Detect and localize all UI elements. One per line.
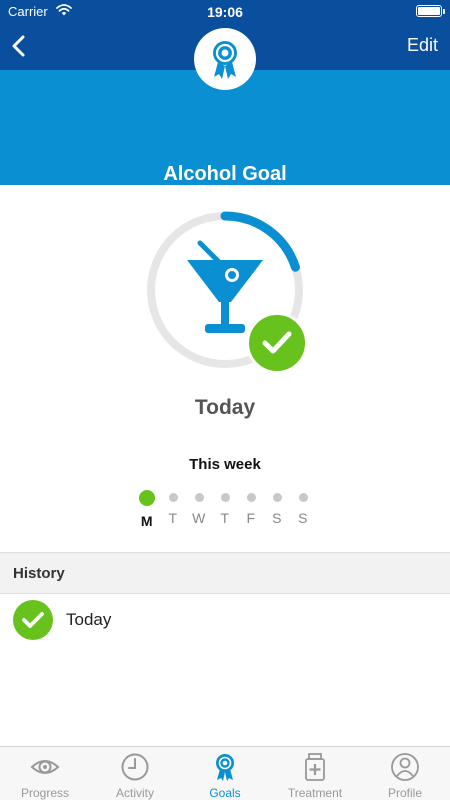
day-saturday: S <box>267 490 287 526</box>
day-tuesday: T <box>163 490 183 526</box>
person-icon <box>391 753 419 781</box>
award-ribbon-icon <box>216 754 234 781</box>
week-title: This week <box>189 456 261 473</box>
tab-label: Profile <box>387 786 422 800</box>
back-button[interactable] <box>6 30 34 62</box>
day-letter: S <box>272 510 282 526</box>
tab-label: Activity <box>115 786 154 800</box>
chevron-left-icon <box>12 35 25 57</box>
tab-label: Progress <box>20 786 70 800</box>
day-letter: M <box>140 513 154 529</box>
day-status-dot <box>220 493 230 502</box>
day-letter: T <box>220 510 230 526</box>
status-time: 19:06 <box>207 4 243 20</box>
eye-icon <box>30 760 60 774</box>
history-item-label: Today <box>66 610 112 629</box>
day-status-dot <box>272 493 282 502</box>
cocktail-icon <box>187 240 263 333</box>
history-complete-badge <box>13 600 53 640</box>
tab-label: Treatment <box>287 786 343 800</box>
goal-complete-badge <box>246 312 308 374</box>
tab-progress[interactable]: Progress <box>0 747 90 800</box>
award-ribbon-icon <box>213 41 237 79</box>
day-letter: S <box>298 510 308 526</box>
edit-button[interactable]: Edit <box>407 35 438 56</box>
day-friday: F <box>241 490 261 526</box>
checkmark-icon <box>262 331 292 354</box>
tab-treatment[interactable]: Treatment <box>270 747 360 800</box>
battery-icon <box>416 5 445 17</box>
clock-icon <box>121 753 149 781</box>
goal-title: Alcohol Goal <box>163 163 287 185</box>
day-wednesday: W <box>189 490 209 526</box>
day-sunday: S <box>293 490 313 526</box>
history-item[interactable]: Today <box>0 595 450 645</box>
history-section-header: History <box>0 552 450 594</box>
day-status-dot <box>139 490 155 506</box>
day-monday: M <box>137 490 157 529</box>
tab-profile[interactable]: Profile <box>360 747 450 800</box>
medicine-box-icon <box>305 753 325 781</box>
progress-day-label: Today <box>194 396 256 419</box>
checkmark-icon <box>22 612 44 628</box>
tab-activity[interactable]: Activity <box>90 747 180 800</box>
day-letter: F <box>246 510 256 526</box>
day-status-dot <box>298 493 308 502</box>
tab-goals[interactable]: Goals <box>180 747 270 800</box>
tab-bar: Progress Activity Goals Treatment Profil… <box>0 746 450 800</box>
day-letter: W <box>192 510 206 526</box>
history-title: History <box>13 565 65 582</box>
day-status-dot <box>246 493 256 502</box>
goal-badge <box>194 28 256 90</box>
day-thursday: T <box>215 490 235 526</box>
day-letter: T <box>168 510 178 526</box>
status-bar: Carrier 19:06 <box>0 0 450 22</box>
day-status-dot <box>194 493 204 502</box>
day-status-dot <box>168 493 178 502</box>
tab-label: Goals <box>209 786 241 800</box>
